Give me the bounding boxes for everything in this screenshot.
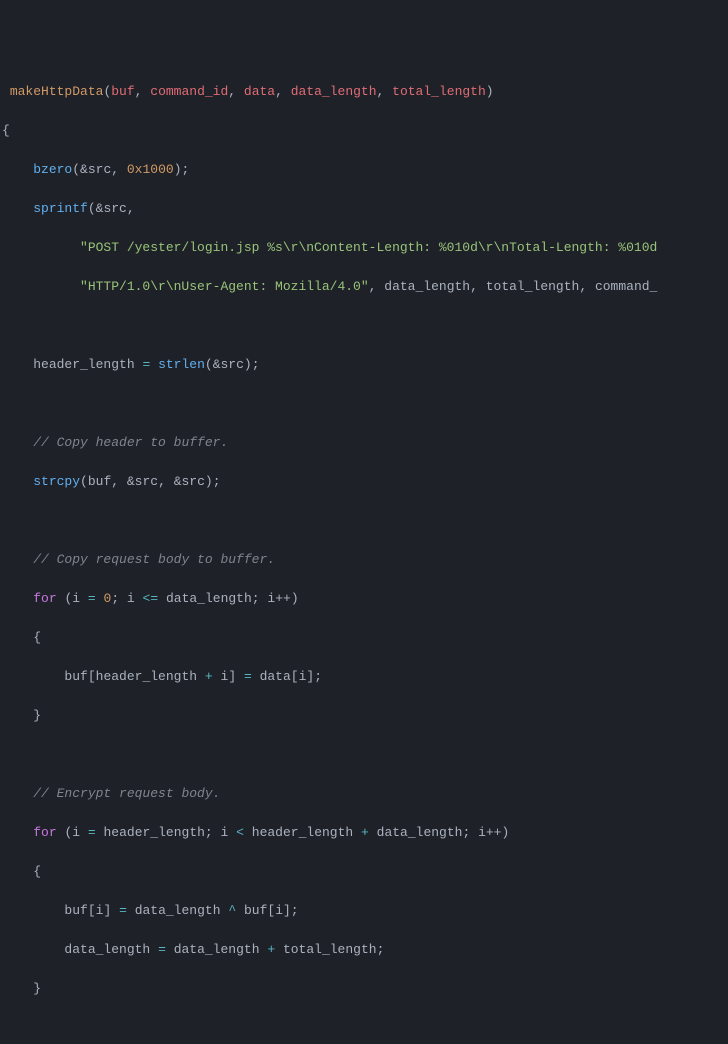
code-line-strcpy: strcpy(buf, &src, &src); <box>0 472 728 492</box>
code-line-for2: for (i = header_length; i < header_lengt… <box>0 823 728 843</box>
code-line-sprintf: sprintf(&src, <box>0 199 728 219</box>
code-line-comment2: // Copy request body to buffer. <box>0 550 728 570</box>
code-line-hdrlen: header_length = strlen(&src); <box>0 355 728 375</box>
code-line-blank <box>0 511 728 531</box>
code-line-for1-body: buf[header_length + i] = data[i]; <box>0 667 728 687</box>
code-line-blank <box>0 316 728 336</box>
code-line-blank <box>0 394 728 414</box>
function-name: makeHttpData <box>10 84 104 99</box>
code-line-bzero: bzero(&src, 0x1000); <box>0 160 728 180</box>
code-line-brace: { <box>0 121 728 141</box>
code-line-brace: { <box>0 862 728 882</box>
code-line-comment1: // Copy header to buffer. <box>0 433 728 453</box>
code-line-for2-body1: buf[i] = data_length ^ buf[i]; <box>0 901 728 921</box>
code-line-brace: } <box>0 706 728 726</box>
code-line-str2: "HTTP/1.0\r\nUser-Agent: Mozilla/4.0", d… <box>0 277 728 297</box>
code-line-for2-body2: data_length = data_length + total_length… <box>0 940 728 960</box>
code-line-comment3: // Encrypt request body. <box>0 784 728 804</box>
code-line-brace: } <box>0 979 728 999</box>
code-line-str1: "POST /yester/login.jsp %s\r\nContent-Le… <box>0 238 728 258</box>
code-line-func-decl: makeHttpData(buf, command_id, data, data… <box>0 82 728 102</box>
code-line-blank <box>0 1018 728 1038</box>
code-line-brace: { <box>0 628 728 648</box>
code-line-for1: for (i = 0; i <= data_length; i++) <box>0 589 728 609</box>
code-line-blank <box>0 745 728 765</box>
